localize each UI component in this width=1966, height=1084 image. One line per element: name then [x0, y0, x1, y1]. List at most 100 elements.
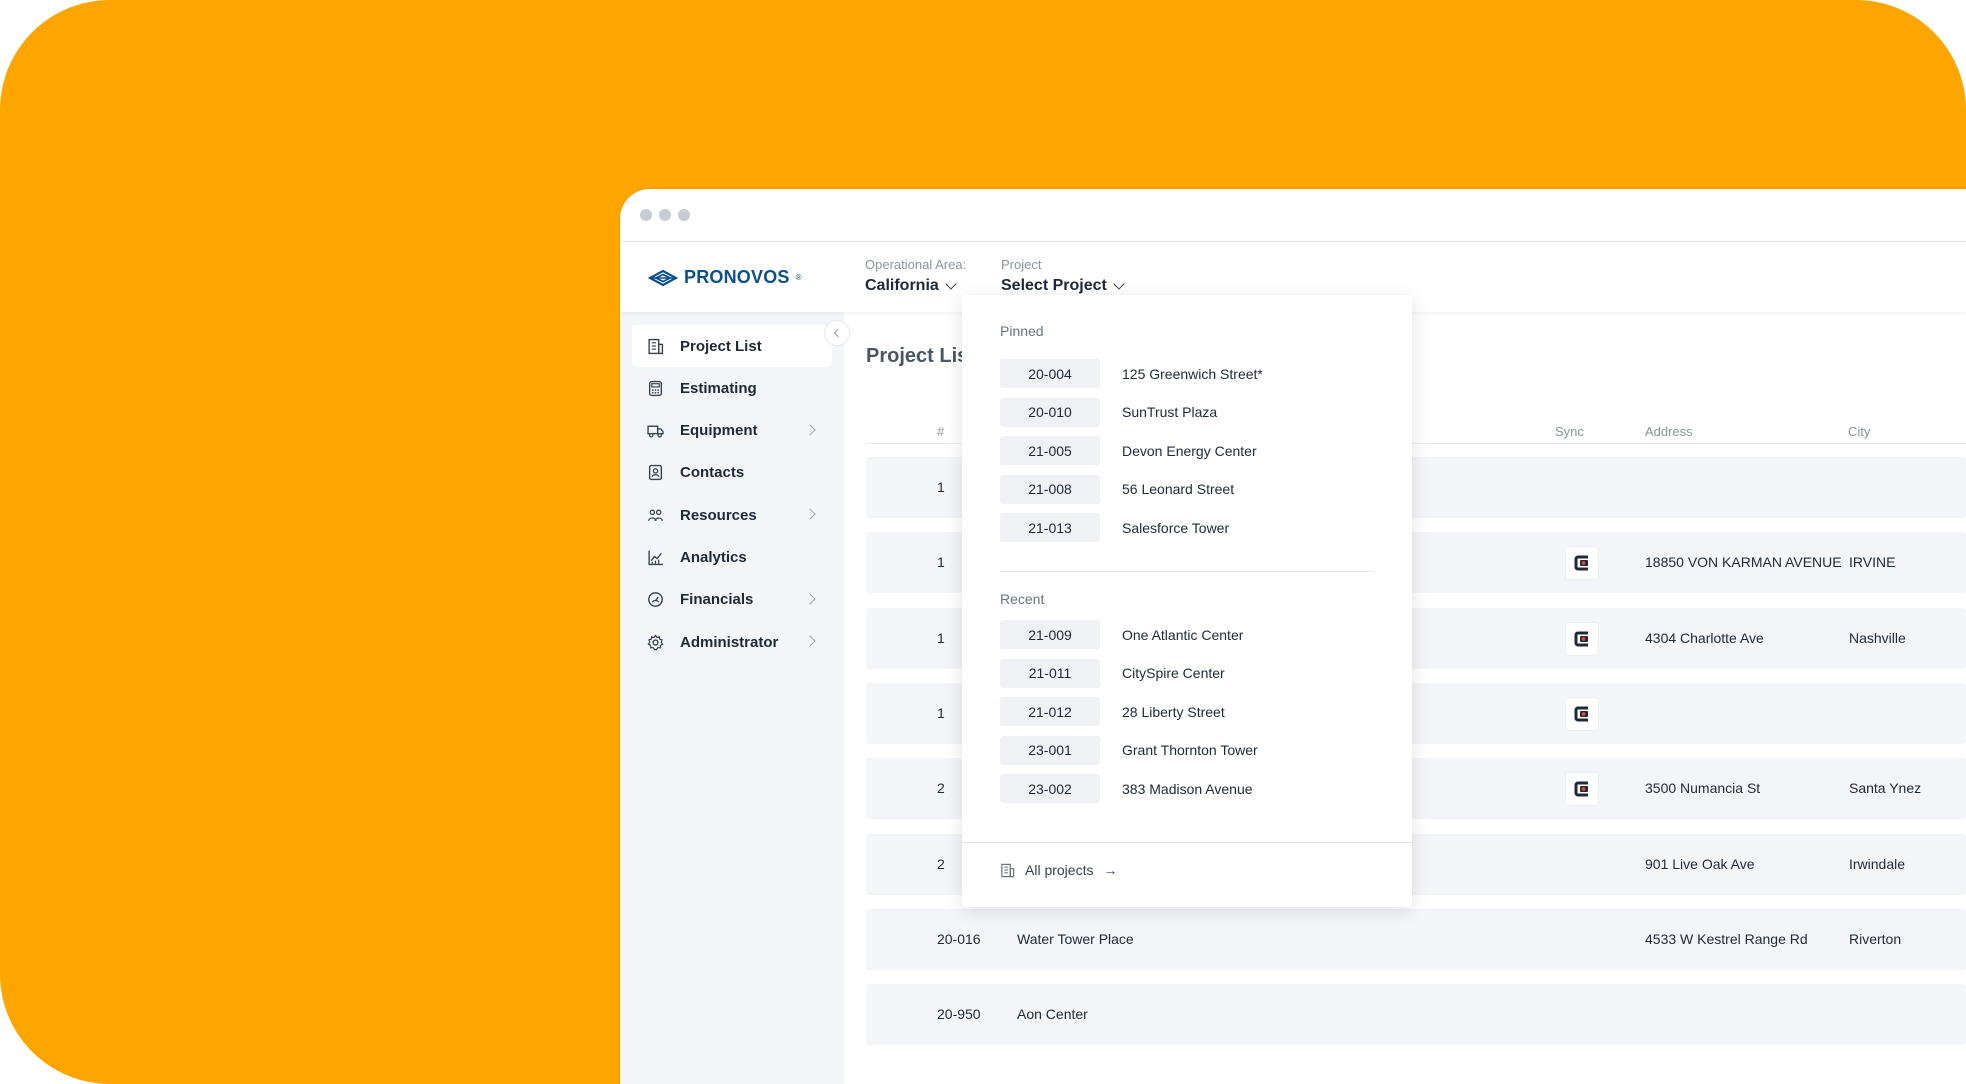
project-code-badge: 20-010 [1000, 397, 1100, 427]
sidebar-item-label: Estimating [680, 379, 757, 397]
gauge-icon [646, 591, 664, 609]
operational-area-value: California [865, 277, 939, 294]
sidebar-collapse-button[interactable] [824, 320, 850, 346]
column-header-number[interactable]: # [937, 424, 944, 439]
chevron-down-icon [1113, 278, 1125, 290]
dropdown-project-recent[interactable]: 23-001 Grant Thornton Tower [1000, 735, 1258, 765]
chevron-right-icon [804, 635, 816, 647]
pronovos-logo[interactable]: PRONOVOS ® [648, 267, 802, 288]
all-projects-link[interactable]: All projects → [1000, 862, 1117, 878]
row-city: Nashville [1849, 629, 1906, 646]
sidebar-item-project-list[interactable]: Project List [632, 325, 832, 367]
row-address: 18850 VON KARMAN AVENUE [1645, 554, 1842, 571]
window-titlebar [620, 189, 1966, 242]
project-name: Grant Thornton Tower [1122, 742, 1258, 758]
project-name: Devon Energy Center [1122, 442, 1257, 459]
project-code-badge: 23-002 [1000, 774, 1100, 803]
dropdown-project-pinned[interactable]: 21-008 56 Leonard Street [1000, 474, 1235, 504]
column-header-address[interactable]: Address [1645, 424, 1693, 439]
sidebar-item-label: Analytics [680, 549, 747, 566]
sidebar: Project List Estimating Equipment Contacts R… [620, 312, 844, 1084]
row-number: 1 [937, 479, 945, 495]
sidebar-item-financials[interactable]: Financials [632, 579, 832, 621]
project-code-badge: 21-011 [1000, 658, 1100, 688]
gear-icon [646, 633, 664, 651]
dropdown-project-recent[interactable]: 21-012 28 Liberty Street [1000, 697, 1225, 726]
project-code-badge: 20-004 [1000, 359, 1100, 388]
column-header-sync[interactable]: Sync [1555, 424, 1584, 439]
sync-status-icon[interactable] [1566, 773, 1598, 806]
dropdown-project-pinned[interactable]: 21-013 Salesforce Tower [1000, 513, 1229, 542]
building-icon [646, 337, 664, 355]
project-code-badge: 21-009 [1000, 620, 1100, 649]
column-header-city[interactable]: City [1848, 424, 1870, 439]
project-name: CitySpire Center [1122, 665, 1225, 681]
row-address: 3500 Numancia St [1645, 780, 1761, 797]
window-dot-icon [678, 209, 690, 221]
chevron-right-icon [804, 593, 816, 605]
project-name: 56 Leonard Street [1122, 481, 1235, 497]
row-number: 2 [937, 780, 945, 797]
chevron-down-icon [945, 278, 957, 290]
table-row[interactable]: 20-016 Water Tower Place 4533 W Kestrel Ra… [866, 908, 1966, 970]
sidebar-item-label: Project List [680, 337, 762, 355]
dropdown-project-recent[interactable]: 21-011 CitySpire Center [1000, 658, 1225, 688]
sidebar-item-analytics[interactable]: Analytics [632, 537, 832, 579]
sync-status-icon[interactable] [1566, 547, 1598, 580]
row-address: 4533 W Kestrel Range Rd [1645, 930, 1808, 947]
page-title: Project List [866, 345, 975, 367]
operational-area-label: Operational Area: [865, 257, 967, 272]
sidebar-item-label: Equipment [680, 422, 758, 440]
dropdown-project-pinned[interactable]: 20-004 125 Greenwich Street* [1000, 359, 1263, 388]
sidebar-item-administrator[interactable]: Administrator [632, 621, 832, 663]
sidebar-item-estimating[interactable]: Estimating [632, 367, 832, 409]
row-city: Santa Ynez [1849, 780, 1922, 797]
row-project-name: Aon Center [1017, 1006, 1088, 1023]
window-dot-icon [640, 209, 652, 221]
row-address: 4304 Charlotte Ave [1645, 629, 1764, 646]
project-label: Project [1001, 257, 1042, 272]
project-name: 28 Liberty Street [1122, 703, 1225, 720]
chevron-right-icon [804, 508, 816, 520]
sidebar-item-label: Resources [680, 506, 757, 524]
sidebar-item-equipment[interactable]: Equipment [632, 410, 832, 452]
dropdown-project-recent[interactable]: 23-002 383 Madison Avenue [1000, 774, 1253, 803]
project-name: One Atlantic Center [1122, 626, 1244, 643]
sidebar-item-resources[interactable]: Resources [632, 494, 832, 536]
project-name: 125 Greenwich Street* [1122, 365, 1263, 382]
project-selector[interactable]: Project Select Project [1001, 257, 1125, 295]
project-code-badge: 21-008 [1000, 474, 1100, 504]
dropdown-project-recent[interactable]: 21-009 One Atlantic Center [1000, 620, 1243, 649]
pronovos-logo-icon [648, 269, 678, 286]
project-code-badge: 23-001 [1000, 735, 1100, 765]
operational-area-selector[interactable]: Operational Area: California [865, 257, 966, 295]
sidebar-item-label: Contacts [680, 464, 745, 482]
pinned-section-label: Pinned [1000, 323, 1044, 339]
project-value: Select Project [1001, 277, 1107, 294]
dropdown-project-pinned[interactable]: 21-005 Devon Energy Center [1000, 436, 1257, 465]
project-code-badge: 21-005 [1000, 436, 1100, 465]
sync-status-icon[interactable] [1566, 622, 1598, 655]
table-row[interactable]: 20-950 Aon Center [866, 984, 1966, 1046]
people-icon [646, 506, 664, 524]
calculator-icon [646, 379, 664, 397]
chart-icon [646, 549, 664, 567]
row-city: Irwindale [1849, 855, 1906, 872]
row-number: 20-950 [937, 1006, 981, 1023]
brand-name: PRONOVOS [684, 267, 790, 287]
sidebar-item-contacts[interactable]: Contacts [632, 452, 832, 494]
row-address: 901 Live Oak Ave [1645, 855, 1755, 872]
row-number: 1 [937, 704, 945, 721]
sidebar-item-label: Financials [680, 591, 754, 609]
dropdown-project-pinned[interactable]: 20-010 SunTrust Plaza [1000, 397, 1217, 427]
recent-section-label: Recent [1000, 591, 1045, 607]
row-project-name: Water Tower Place [1017, 930, 1134, 947]
row-number: 1 [937, 554, 945, 571]
window-dot-icon [659, 209, 671, 221]
project-name: 383 Madison Avenue [1122, 780, 1253, 797]
brand-registered-mark: ® [795, 273, 802, 282]
row-number: 20-016 [937, 930, 981, 947]
sync-status-icon[interactable] [1566, 697, 1598, 730]
truck-icon [646, 422, 664, 440]
chevron-left-icon [833, 328, 843, 338]
